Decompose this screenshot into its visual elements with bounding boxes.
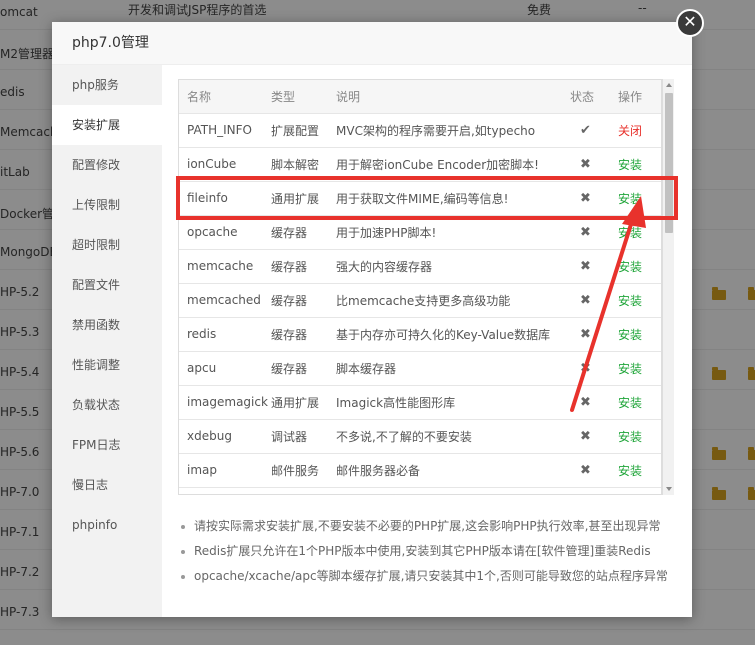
annotation-arrow-icon [570, 196, 646, 412]
